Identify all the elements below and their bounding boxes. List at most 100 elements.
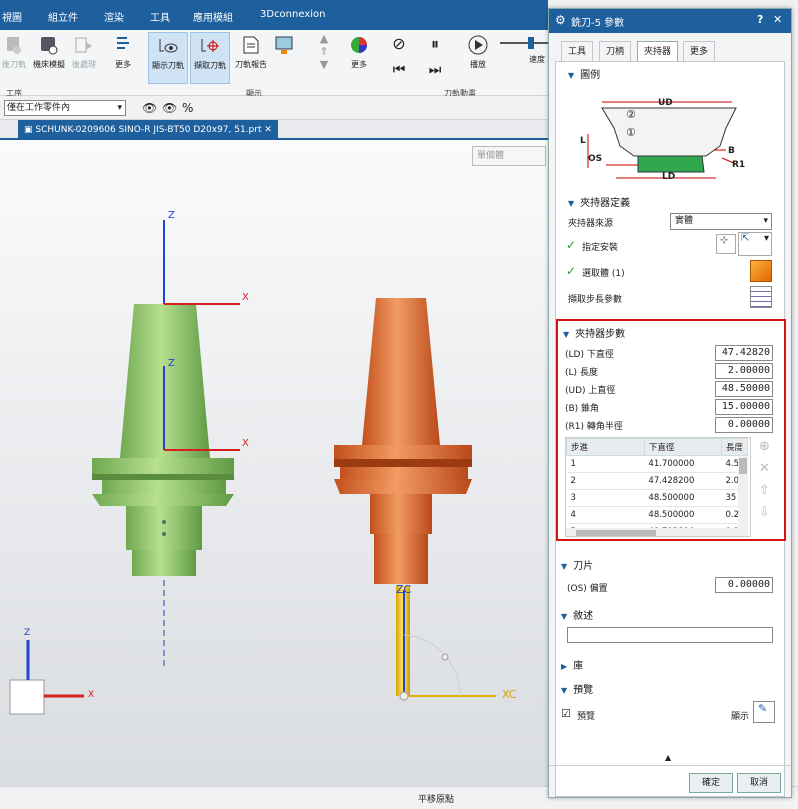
machine-sim-icon [41, 37, 58, 55]
graphics-viewport[interactable]: 單個體 Z X Z X ZC XC Z X [0, 140, 548, 795]
section-description-label: 敘述 [573, 611, 594, 622]
holder-source-label: 夾持器來源 [568, 219, 614, 229]
collapse-icon: ▼ [568, 71, 575, 80]
divider [549, 765, 791, 766]
section-holder-def-label: 夾持器定義 [580, 198, 631, 209]
selection-toolbar: 僅在工作零件內 ▾ 👁 👁 % [0, 96, 548, 120]
xc-axis-label: XC [502, 688, 517, 701]
section-library[interactable]: ▶ 庫 [561, 657, 583, 672]
play-button[interactable]: 播放 [464, 34, 492, 70]
ribbon: 後刀軌 機床模擬 後處理 更多 顯示刀軌 擷取刀軌 刀軌報告 ▲ ⇑ ▼ 更多 … [0, 30, 548, 98]
forward-button[interactable]: ⏭ [424, 62, 446, 78]
post-toolpath-button[interactable]: 後刀軌 [0, 34, 28, 70]
rewind-button[interactable]: ⏮ [388, 62, 410, 78]
play-label: 播放 [470, 60, 486, 69]
show-preview-button[interactable]: ✎ [753, 701, 775, 723]
section-preview[interactable]: ▼ 預覽 [561, 681, 593, 696]
menu-application[interactable]: 應用模組 [193, 9, 233, 24]
tool-axes [399, 590, 496, 701]
extract-step-button[interactable] [750, 286, 772, 308]
chevron-down-icon: ▾ [117, 103, 122, 113]
dialog-title-bar[interactable]: ⚙ 銑刀-5 參數 ? ✕ [549, 9, 791, 33]
ud-label: UD [658, 98, 673, 108]
chevron-down-icon: ▾ [763, 216, 768, 226]
extract-toolpath-button[interactable]: 擷取刀軌 [190, 32, 230, 84]
speed-slider[interactable] [500, 42, 548, 44]
percent-icon[interactable]: % [182, 101, 193, 115]
holder-source-value: 實體 [675, 216, 694, 226]
os-label: OS [588, 154, 603, 164]
show-eye-icon[interactable]: 👁 [142, 101, 157, 115]
section-description[interactable]: ▼ 敘述 [561, 607, 593, 622]
close-icon[interactable]: ✕ [773, 13, 782, 26]
gear-icon: ⚙ [555, 13, 566, 27]
post-process-label: 後處理 [72, 60, 96, 69]
extract-toolpath-label: 擷取刀軌 [194, 61, 226, 70]
check-icon: ✓ [566, 264, 577, 278]
orange-holder-model[interactable] [334, 298, 472, 584]
offset-input[interactable]: 0.00000 [715, 577, 773, 593]
select-body-button[interactable] [750, 260, 772, 282]
tab-shank[interactable]: 刀柄 [599, 41, 632, 61]
toolpath-icon [7, 37, 21, 54]
x-axis-label: X [242, 292, 249, 303]
help-icon[interactable]: ? [757, 13, 763, 26]
display-options-button[interactable] [272, 34, 296, 59]
preview-checkbox[interactable]: ☑ [561, 707, 571, 720]
csys-dropdown[interactable]: ⇱ ▾ [738, 232, 772, 256]
tab-holder[interactable]: 夾持器 [637, 41, 679, 61]
section-library-label: 庫 [573, 661, 584, 672]
model-scene [9, 220, 496, 715]
more-button-2[interactable]: 更多 [344, 34, 374, 70]
up-arrow-icon-2[interactable]: ⇑ [314, 45, 334, 58]
tab-more[interactable]: 更多 [683, 41, 716, 61]
more-button-1[interactable]: 更多 [110, 34, 136, 70]
menu-3dconnexion[interactable]: 3Dconnexion [260, 9, 325, 20]
circle-2-label: ② [626, 108, 636, 121]
flashlight-icon: ✎ [758, 702, 768, 715]
eye-icon [159, 39, 178, 53]
tab-tool[interactable]: 工具 [561, 41, 594, 61]
show-toolpath-button[interactable]: 顯示刀軌 [148, 32, 188, 84]
menu-bar: 視圖 組立件 渲染 工具 應用模組 3Dconnexion [0, 0, 548, 30]
menu-render[interactable]: 渲染 [104, 9, 124, 24]
toolpath-report-button[interactable]: 刀軌報告 [232, 34, 270, 70]
color-wheel-icon [351, 37, 367, 53]
speed-slider-handle[interactable] [528, 37, 534, 49]
cancel-button[interactable]: 取消 [737, 773, 781, 793]
ld-label: LD [662, 172, 676, 182]
show-toolpath-label: 顯示刀軌 [152, 61, 184, 70]
l-label: L [580, 136, 586, 146]
menu-tools[interactable]: 工具 [150, 9, 170, 24]
holder-source-select[interactable]: 實體 ▾ [670, 213, 772, 230]
menu-assembly[interactable]: 組立件 [48, 9, 78, 24]
mount-point-button[interactable]: ⊹ [716, 234, 736, 254]
close-tab-icon[interactable]: ✕ [264, 125, 272, 135]
more-label-1: 更多 [115, 60, 131, 69]
toolpath-report-label: 刀軌報告 [235, 60, 267, 69]
down-arrow-icon[interactable]: ▼ [314, 58, 334, 71]
menu-view[interactable]: 視圖 [2, 9, 22, 24]
filter-select[interactable]: 僅在工作零件內 ▾ [4, 100, 126, 116]
show-label: 顯示 [731, 712, 750, 722]
preview-checkbox-label: 預覽 [577, 712, 596, 722]
step-back-button[interactable]: ⊘ [388, 34, 410, 53]
section-holder-def[interactable]: ▼ 夾持器定義 [568, 194, 630, 209]
forward-icon: ⏭ [428, 62, 442, 78]
ok-button[interactable]: 確定 [689, 773, 733, 793]
description-input[interactable] [567, 627, 773, 643]
section-blade[interactable]: ▼ 刀片 [561, 557, 593, 572]
document-tab[interactable]: ▣ SCHUNK-0209606 SINO-R JIS-BT50 D20x97,… [18, 120, 278, 140]
pause-button[interactable]: ⏸ [424, 34, 446, 54]
section-illustration[interactable]: ▼ 圖例 [568, 66, 600, 81]
speed-label: 速度 [529, 55, 545, 64]
machine-sim-button[interactable]: 機床模擬 [30, 34, 68, 70]
collapse-up-icon[interactable]: ▲ [665, 753, 671, 762]
post-process-button[interactable]: 後處理 [70, 34, 98, 70]
document-title: SCHUNK-0209606 SINO-R JIS-BT50 D20x97, 5… [35, 125, 262, 135]
eye-icon-2[interactable]: 👁 [162, 101, 177, 115]
post-process-icon [75, 37, 92, 53]
collapse-icon: ▼ [568, 199, 575, 208]
up-arrow-icon[interactable]: ▲ [314, 32, 334, 45]
select-body-label: 選取體 (1) [582, 269, 625, 279]
